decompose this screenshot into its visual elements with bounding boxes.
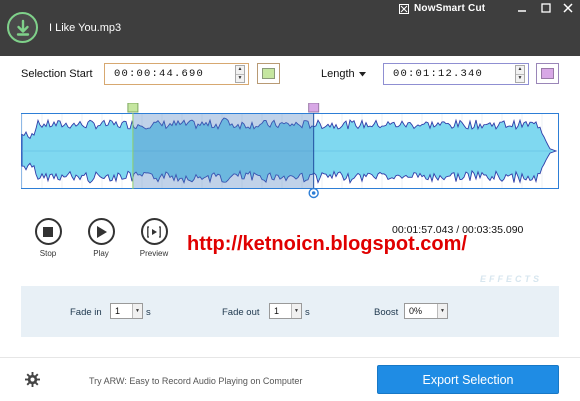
play-label: Play bbox=[93, 249, 109, 258]
boost-label: Boost bbox=[374, 307, 399, 318]
fade-in-label: Fade in bbox=[70, 307, 102, 318]
fade-in-unit: s bbox=[146, 307, 151, 318]
waveform[interactable] bbox=[21, 103, 561, 201]
effects-tag: EFFECTS bbox=[480, 274, 543, 284]
gear-icon[interactable] bbox=[25, 372, 40, 387]
fade-in-select[interactable]: 1 ▼ bbox=[110, 303, 143, 319]
selection-region[interactable] bbox=[132, 114, 314, 188]
fade-out-value: 1 bbox=[274, 306, 280, 316]
watermark-url: http://ketnoicn.blogspot.com/ bbox=[187, 233, 467, 255]
length-field[interactable]: 00:01:12.340 ▲ ▼ bbox=[383, 63, 529, 85]
selection-start-label: Selection Start bbox=[21, 68, 93, 80]
minimize-icon bbox=[518, 10, 526, 12]
app-logo-download-icon bbox=[7, 12, 38, 43]
play-button[interactable] bbox=[87, 218, 115, 245]
preview-icon bbox=[147, 225, 161, 238]
length-dropdown[interactable]: Length bbox=[321, 68, 366, 80]
length-value[interactable]: 00:01:12.340 bbox=[384, 68, 515, 80]
maximize-button[interactable] bbox=[537, 1, 555, 15]
stop-control[interactable]: Stop bbox=[33, 218, 63, 258]
stop-label: Stop bbox=[39, 249, 57, 258]
chevron-down-icon[interactable]: ▼ bbox=[437, 304, 447, 318]
chevron-down-icon[interactable]: ▼ bbox=[291, 304, 301, 318]
play-icon bbox=[96, 225, 107, 238]
spin-up-icon[interactable]: ▲ bbox=[516, 66, 524, 74]
chevron-down-icon[interactable]: ▼ bbox=[132, 304, 142, 318]
end-marker-swatch[interactable] bbox=[536, 63, 559, 84]
boost-value: 0% bbox=[409, 306, 423, 316]
total-time: 00:03:35.090 bbox=[462, 224, 524, 236]
spin-up-icon[interactable]: ▲ bbox=[236, 66, 244, 74]
fade-out-select[interactable]: 1 ▼ bbox=[269, 303, 302, 319]
playhead-dot bbox=[311, 191, 316, 195]
selection-end-handle[interactable] bbox=[308, 103, 320, 113]
maximize-icon bbox=[541, 3, 551, 13]
boost-select[interactable]: 0% ▼ bbox=[404, 303, 448, 319]
fade-out-label: Fade out bbox=[222, 307, 260, 318]
promo-link[interactable]: Try ARW: Easy to Record Audio Playing on… bbox=[89, 376, 302, 386]
app-small-icon bbox=[399, 3, 409, 14]
selection-start-spinner[interactable]: ▲ ▼ bbox=[235, 65, 245, 83]
start-color-box bbox=[262, 68, 275, 79]
preview-control[interactable]: Preview bbox=[139, 218, 169, 258]
selection-start-field[interactable]: 00:00:44.690 ▲ ▼ bbox=[104, 63, 249, 85]
fade-out-unit: s bbox=[305, 307, 310, 318]
stop-icon bbox=[43, 226, 53, 237]
length-label: Length bbox=[321, 68, 355, 80]
stop-button[interactable] bbox=[34, 218, 62, 245]
selection-start-value[interactable]: 00:00:44.690 bbox=[105, 68, 235, 80]
fade-in-value: 1 bbox=[115, 306, 121, 316]
file-name: I Like You.mp3 bbox=[49, 22, 122, 34]
spin-down-icon[interactable]: ▼ bbox=[516, 73, 524, 83]
end-color-box bbox=[541, 68, 554, 79]
close-button[interactable] bbox=[559, 1, 577, 15]
footer-divider bbox=[0, 357, 580, 358]
start-marker-swatch[interactable] bbox=[257, 63, 280, 84]
app-name: NowSmart Cut bbox=[414, 3, 486, 14]
close-icon bbox=[563, 3, 573, 13]
selection-start-handle[interactable] bbox=[127, 103, 139, 113]
length-spinner[interactable]: ▲ ▼ bbox=[515, 65, 525, 83]
minimize-button[interactable] bbox=[513, 1, 531, 15]
spin-down-icon[interactable]: ▼ bbox=[236, 73, 244, 83]
title-bar: I Like You.mp3 NowSmart Cut bbox=[0, 0, 580, 56]
preview-label: Preview bbox=[139, 249, 169, 258]
preview-button[interactable] bbox=[140, 218, 168, 245]
chevron-down-icon bbox=[358, 71, 366, 76]
effects-panel: Fade in 1 ▼ s Fade out 1 ▼ s Boost 0% ▼ bbox=[21, 286, 559, 337]
export-selection-button[interactable]: Export Selection bbox=[377, 365, 559, 394]
app-title: NowSmart Cut bbox=[399, 3, 485, 14]
play-control[interactable]: Play bbox=[86, 218, 116, 258]
